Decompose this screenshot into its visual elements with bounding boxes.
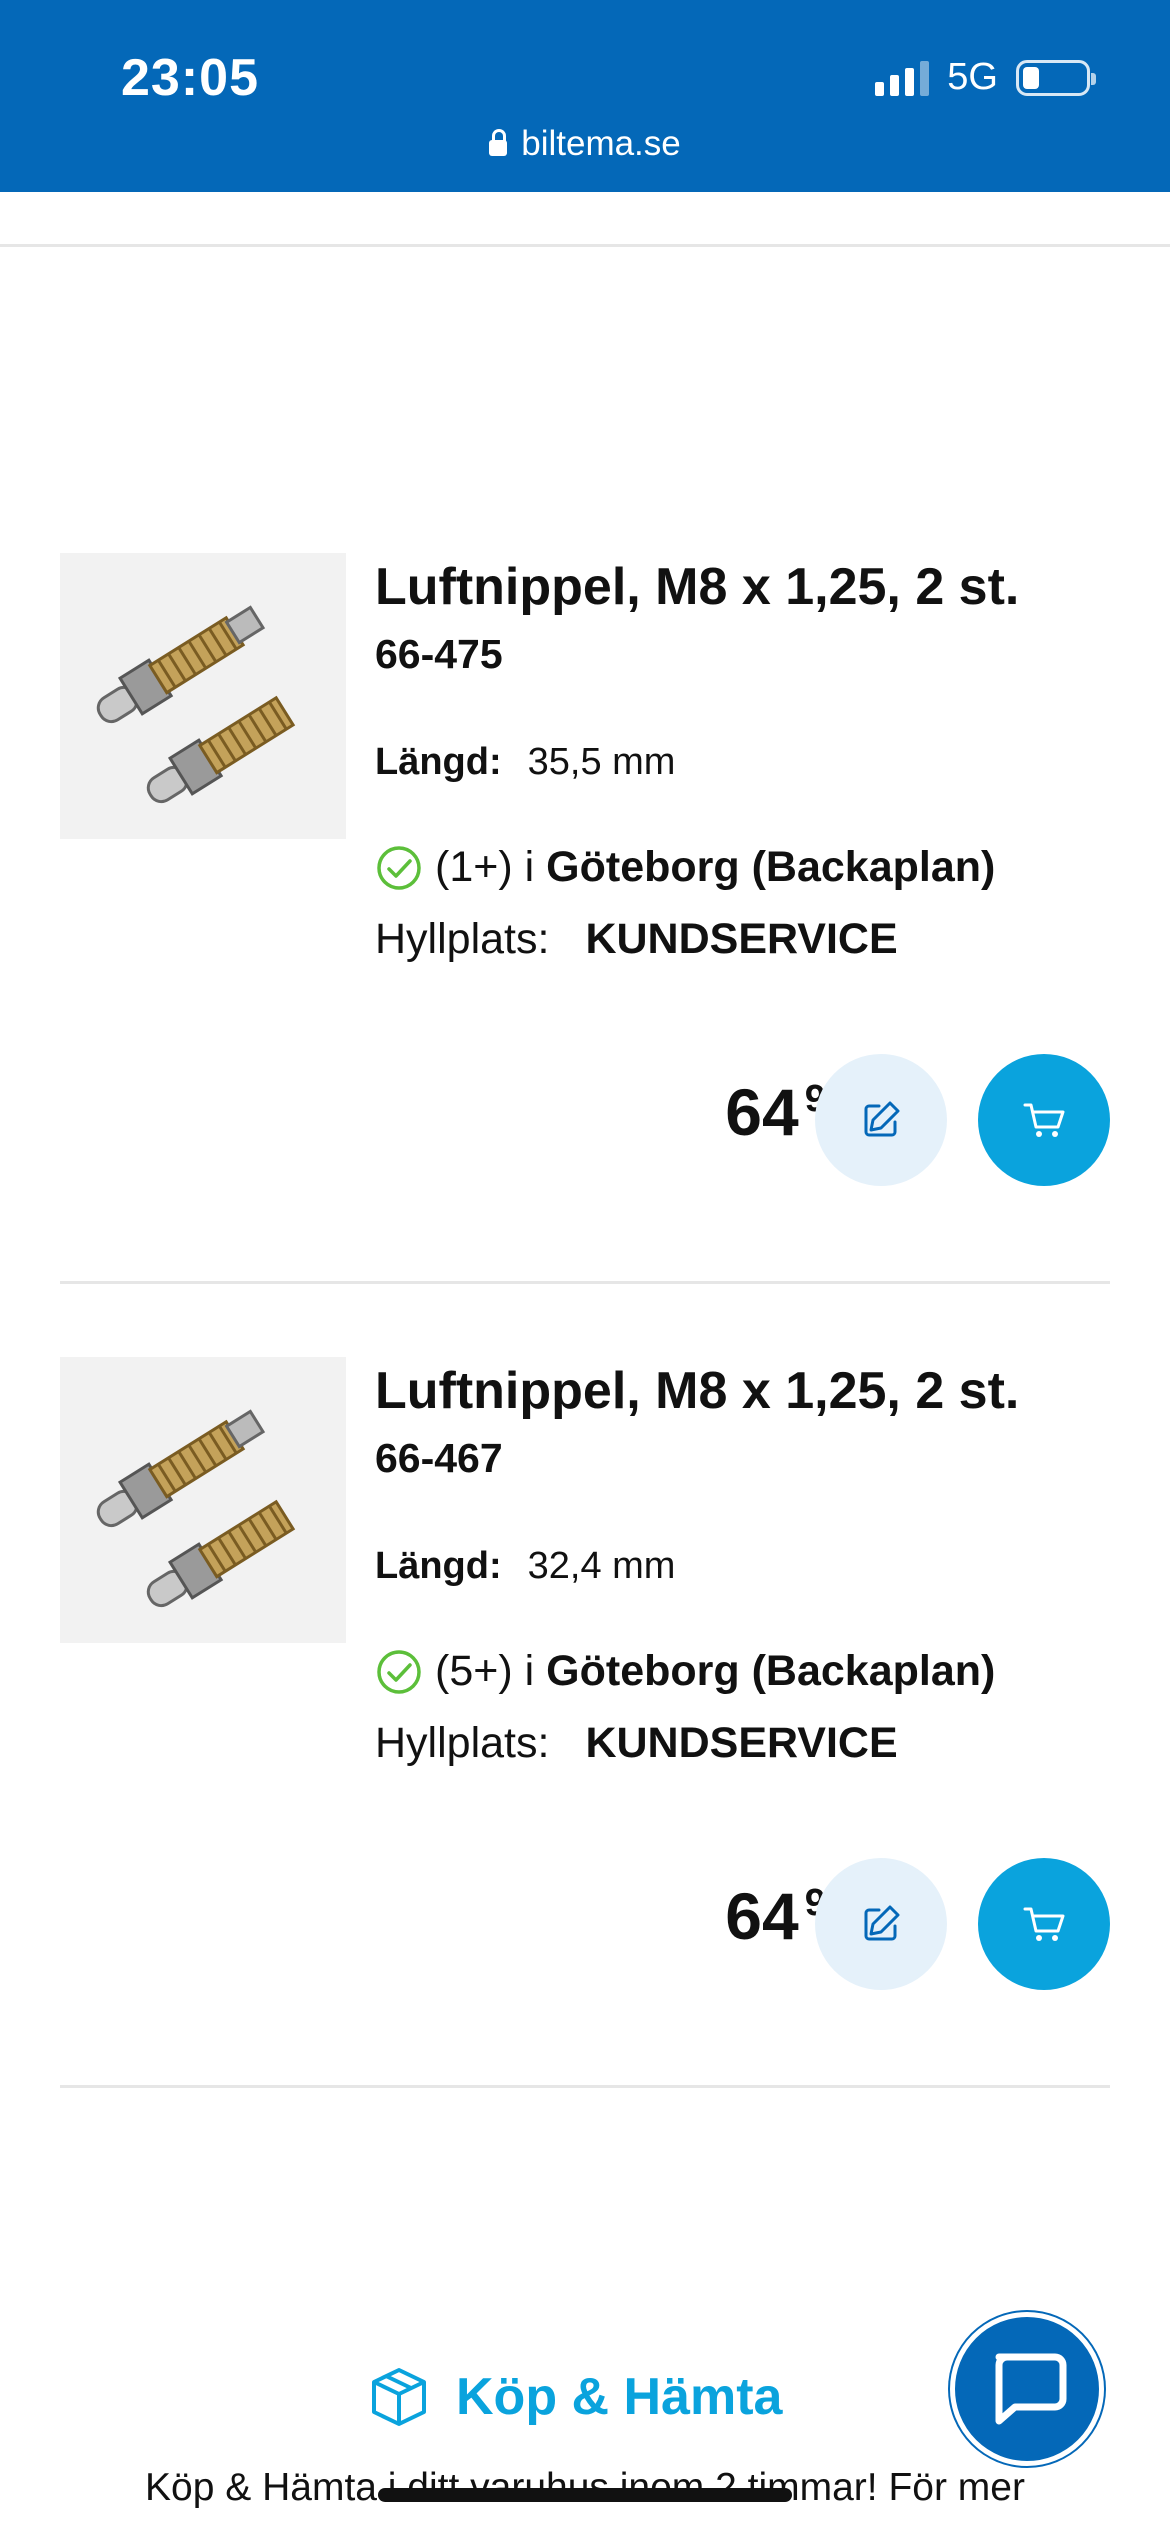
- add-to-cart-button[interactable]: [978, 1858, 1110, 1990]
- header-divider: [0, 244, 1170, 247]
- shelf-label: Hyllplats:: [375, 915, 550, 963]
- cellular-signal-icon: [875, 60, 930, 96]
- home-indicator[interactable]: [378, 2488, 792, 2502]
- cart-icon: [1023, 1103, 1065, 1137]
- length-value: 32,4 mm: [527, 1545, 676, 1587]
- length-label: Längd:: [375, 741, 502, 783]
- product-image[interactable]: [60, 1357, 346, 1643]
- box-icon: [372, 2368, 426, 2426]
- cart-icon: [1023, 1907, 1065, 1941]
- battery-icon: [1016, 59, 1096, 96]
- length-value: 35,5 mm: [527, 741, 676, 783]
- stock-count: (1+) i: [435, 843, 535, 891]
- edit-icon: [864, 1101, 900, 1137]
- product-divider: [60, 1281, 1110, 1284]
- kop-hamta-heading: Köp & Hämta: [366, 2364, 782, 2430]
- product-sku: 66-467: [375, 1435, 503, 1481]
- store-name[interactable]: Göteborg (Backaplan): [546, 1647, 995, 1696]
- edit-icon: [864, 1905, 900, 1941]
- status-and-url-bar: 23:05 5G biltema.se: [0, 0, 1170, 192]
- length-label: Längd:: [375, 1545, 502, 1587]
- product-length: Längd: 32,4 mm: [375, 1545, 675, 1588]
- store-name[interactable]: Göteborg (Backaplan): [546, 843, 995, 892]
- shelf-value: KUNDSERVICE: [585, 915, 898, 963]
- add-to-list-button[interactable]: [815, 1054, 947, 1186]
- address-bar[interactable]: biltema.se: [0, 124, 1170, 164]
- product-title[interactable]: Luftnippel, M8 x 1,25, 2 st.: [375, 1361, 1019, 1421]
- product-divider: [60, 2085, 1110, 2088]
- check-circle-icon: [377, 1649, 421, 1694]
- shelf-value: KUNDSERVICE: [585, 1719, 898, 1767]
- price-integer: 64: [725, 1075, 799, 1149]
- shelf-location: Hyllplats: KUNDSERVICE: [375, 1719, 898, 1768]
- status-indicators: 5G: [875, 56, 1096, 99]
- shelf-label: Hyllplats:: [375, 1719, 550, 1767]
- product-length: Längd: 35,5 mm: [375, 741, 675, 784]
- lock-icon: [489, 129, 508, 156]
- add-to-list-button[interactable]: [815, 1858, 947, 1990]
- network-type: 5G: [947, 56, 998, 98]
- chat-icon: [995, 2353, 1067, 2425]
- stock-status: (5+) i Göteborg (Backaplan): [375, 1647, 995, 1696]
- url-text: biltema.se: [521, 124, 681, 163]
- stock-status: (1+) i Göteborg (Backaplan): [375, 843, 995, 892]
- price-integer: 64: [725, 1879, 799, 1953]
- check-circle-icon: [377, 845, 421, 890]
- product-image[interactable]: [60, 553, 346, 839]
- chat-button[interactable]: [950, 2312, 1104, 2466]
- status-time: 23:05: [121, 49, 259, 107]
- product-sku: 66-475: [375, 631, 503, 677]
- add-to-cart-button[interactable]: [978, 1054, 1110, 1186]
- kop-hamta-title: Köp & Hämta: [456, 2368, 783, 2426]
- stock-count: (5+) i: [435, 1647, 535, 1695]
- product-title[interactable]: Luftnippel, M8 x 1,25, 2 st.: [375, 557, 1019, 617]
- shelf-location: Hyllplats: KUNDSERVICE: [375, 915, 898, 964]
